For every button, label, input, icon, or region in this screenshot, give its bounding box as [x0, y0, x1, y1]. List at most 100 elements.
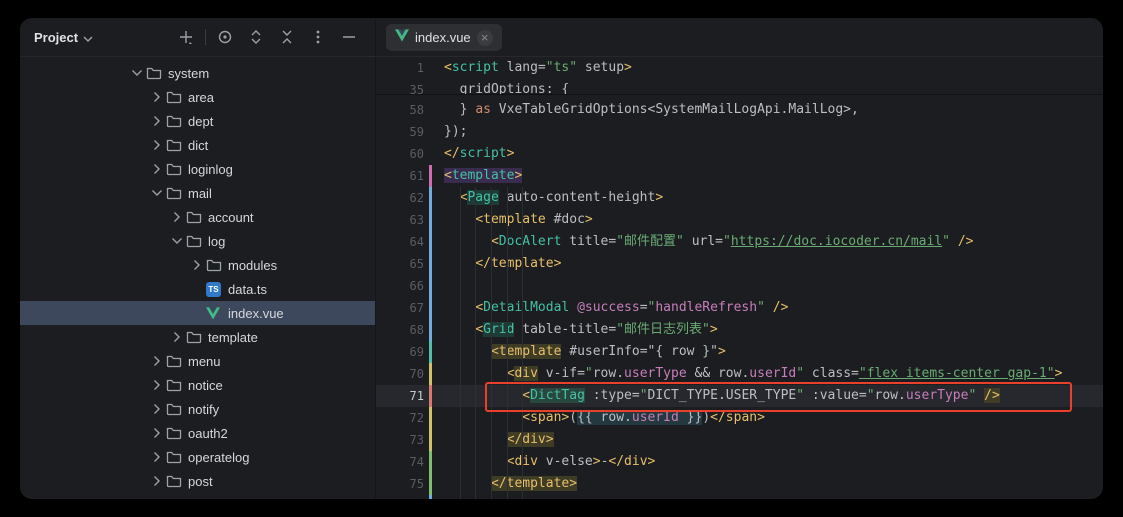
- indent-guide: [475, 187, 476, 499]
- code-line-73[interactable]: 73 </div>: [376, 429, 1103, 451]
- code-line-64[interactable]: 64 <DocAlert title="邮件配置" url="https://d…: [376, 231, 1103, 253]
- code-editor[interactable]: 58 } as VxeTableGridOptions<SystemMailLo…: [376, 57, 1103, 499]
- tree-item-area[interactable]: area: [20, 85, 375, 109]
- folder-icon: [186, 329, 206, 345]
- chevron-right-icon[interactable]: [188, 257, 206, 273]
- code-text: <template #doc>: [444, 209, 593, 231]
- code-line-66[interactable]: 66: [376, 275, 1103, 297]
- tree-item-label: post: [188, 474, 213, 489]
- chevron-right-icon[interactable]: [148, 89, 166, 105]
- gutter-marker: [429, 429, 432, 451]
- tree-item-label: loginlog: [188, 162, 233, 177]
- code-text: });: [444, 121, 467, 143]
- tree-item-log[interactable]: log: [20, 229, 375, 253]
- tab-index-vue[interactable]: index.vue ×: [386, 24, 502, 51]
- code-text: gridOptions: {: [444, 79, 569, 95]
- chevron-right-icon[interactable]: [168, 329, 186, 345]
- tree-item-oauth2[interactable]: oauth2: [20, 421, 375, 445]
- tree-item-account[interactable]: account: [20, 205, 375, 229]
- locate-icon[interactable]: [213, 25, 237, 49]
- gutter-marker: [429, 363, 432, 385]
- typescript-file-icon: TS: [206, 281, 226, 297]
- tab-close-icon[interactable]: ×: [477, 30, 493, 46]
- code-line-1[interactable]: 1 <script lang="ts" setup>: [376, 57, 1103, 79]
- code-line-75[interactable]: 75 </template>: [376, 473, 1103, 495]
- line-number: 70: [376, 363, 424, 385]
- code-text: <script lang="ts" setup>: [444, 57, 632, 79]
- tree-item-dict[interactable]: dict: [20, 133, 375, 157]
- add-icon[interactable]: [174, 25, 198, 49]
- collapse-all-icon[interactable]: [275, 25, 299, 49]
- indent-guide: [507, 187, 508, 499]
- chevron-right-icon[interactable]: [148, 377, 166, 393]
- tree-item-template[interactable]: template: [20, 325, 375, 349]
- hide-icon[interactable]: [337, 25, 361, 49]
- code-text: <template #actions="{ row }">: [444, 495, 718, 499]
- code-line-70[interactable]: 70 <div v-if="row.userType && row.userId…: [376, 363, 1103, 385]
- line-number: 65: [376, 253, 424, 275]
- chevron-right-icon[interactable]: [148, 473, 166, 489]
- chevron-down-icon[interactable]: [128, 65, 146, 81]
- code-line-68[interactable]: 68 <Grid table-title="邮件日志列表">: [376, 319, 1103, 341]
- code-line-69[interactable]: 69 <template #userInfo="{ row }">: [376, 341, 1103, 363]
- chevron-down-icon: [83, 30, 93, 45]
- code-line-63[interactable]: 63 <template #doc>: [376, 209, 1103, 231]
- line-number: 35: [376, 79, 424, 95]
- tree-item-notice[interactable]: notice: [20, 373, 375, 397]
- chevron-right-icon[interactable]: [168, 209, 186, 225]
- tree-item-clipped[interactable]: [20, 493, 375, 499]
- tree-item-post[interactable]: post: [20, 469, 375, 493]
- tree-item-modules[interactable]: modules: [20, 253, 375, 277]
- chevron-down-icon[interactable]: [168, 233, 186, 249]
- tree-item-label: account: [208, 210, 254, 225]
- tree-item-operatelog[interactable]: operatelog: [20, 445, 375, 469]
- chevron-right-icon[interactable]: [148, 137, 166, 153]
- chevron-right-icon[interactable]: [148, 449, 166, 465]
- tree-item-data.ts[interactable]: TSdata.ts: [20, 277, 375, 301]
- folder-icon: [166, 137, 186, 153]
- tree-item-label: index.vue: [228, 306, 284, 321]
- code-text: <template #userInfo="{ row }">: [444, 341, 726, 363]
- more-icon[interactable]: [306, 25, 330, 49]
- tree-item-mail[interactable]: mail: [20, 181, 375, 205]
- tree-item-label: system: [168, 66, 209, 81]
- line-number: 71: [376, 385, 424, 407]
- tree-item-notify[interactable]: notify: [20, 397, 375, 421]
- code-line-71[interactable]: 71 <DictTag :type="DICT_TYPE.USER_TYPE" …: [376, 385, 1103, 407]
- chevron-right-icon[interactable]: [148, 401, 166, 417]
- chevron-right-icon[interactable]: [148, 497, 166, 499]
- chevron-right-icon[interactable]: [148, 353, 166, 369]
- code-line-67[interactable]: 67 <DetailModal @success="handleRefresh"…: [376, 297, 1103, 319]
- code-line-59[interactable]: 59});: [376, 121, 1103, 143]
- tree-item-label: dict: [188, 138, 208, 153]
- code-line-35[interactable]: 35 gridOptions: {: [376, 79, 1103, 95]
- tree-item-label: modules: [228, 258, 277, 273]
- project-view-selector[interactable]: Project: [34, 30, 93, 45]
- code-line-65[interactable]: 65 </template>: [376, 253, 1103, 275]
- chevron-right-icon[interactable]: [148, 161, 166, 177]
- line-number: 60: [376, 143, 424, 165]
- code-line-61[interactable]: 61<template>: [376, 165, 1103, 187]
- project-panel-header: Project: [20, 18, 375, 56]
- tree-item-loginlog[interactable]: loginlog: [20, 157, 375, 181]
- code-line-60[interactable]: 60</script>: [376, 143, 1103, 165]
- tree-item-menu[interactable]: menu: [20, 349, 375, 373]
- chevron-right-icon[interactable]: [148, 113, 166, 129]
- code-text: </template>: [444, 473, 577, 495]
- line-number: 69: [376, 341, 424, 363]
- code-line-72[interactable]: 72 <span>({{ row.userId }})</span>: [376, 407, 1103, 429]
- gutter-marker: [429, 341, 432, 363]
- code-line-58[interactable]: 58 } as VxeTableGridOptions<SystemMailLo…: [376, 99, 1103, 121]
- tree-item-dept[interactable]: dept: [20, 109, 375, 133]
- vue-file-icon: [206, 305, 226, 321]
- chevron-down-icon[interactable]: [148, 185, 166, 201]
- tree-item-index.vue[interactable]: index.vue: [20, 301, 375, 325]
- code-line-74[interactable]: 74 <div v-else>-</div>: [376, 451, 1103, 473]
- code-line-76[interactable]: 76 <template #actions="{ row }">: [376, 495, 1103, 499]
- expand-all-icon[interactable]: [244, 25, 268, 49]
- code-line-62[interactable]: 62 <Page auto-content-height>: [376, 187, 1103, 209]
- chevron-right-icon[interactable]: [148, 425, 166, 441]
- line-number: 63: [376, 209, 424, 231]
- tree-item-system[interactable]: system: [20, 61, 375, 85]
- line-number: 1: [376, 57, 424, 79]
